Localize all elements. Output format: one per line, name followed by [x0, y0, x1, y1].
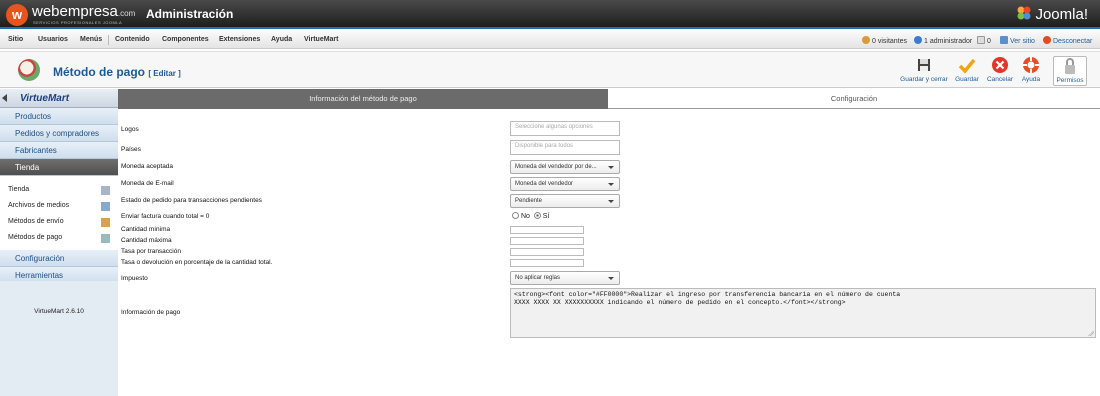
label-currency: Moneda aceptada — [121, 163, 174, 170]
order-status-select[interactable]: Pendiente — [510, 194, 620, 208]
sidebar-item-configuracion[interactable]: Configuración — [0, 250, 118, 267]
save-icon — [918, 59, 930, 71]
monitor-icon — [1000, 36, 1008, 44]
permissions-button[interactable]: Permisos — [1053, 56, 1087, 86]
joomla-logo: Joomla! — [1016, 5, 1088, 23]
label-invoice: Enviar factura cuando total = 0 — [121, 213, 210, 220]
sidebar-item-fabricantes[interactable]: Fabricantes — [0, 142, 118, 159]
currency-select[interactable]: Moneda del vendedor por de... — [510, 160, 620, 174]
virtuemart-logo: VirtueMart — [0, 89, 118, 108]
fee-input[interactable] — [510, 248, 584, 256]
radio-yes[interactable] — [533, 212, 541, 219]
media-icon — [101, 202, 110, 211]
top-bar: w webempresa.com SERVICIOS PROFESIONALES… — [0, 0, 1100, 29]
virtuemart-version: VirtueMart 2.6.10 — [0, 281, 118, 396]
save-button[interactable]: Guardar — [954, 56, 980, 86]
menu-sitio[interactable]: Sitio — [8, 36, 23, 43]
logout-link[interactable]: Desconectar — [1043, 36, 1092, 45]
admin-user-icon — [914, 36, 922, 44]
chevron-down-icon — [608, 166, 614, 169]
view-site-link[interactable]: Ver sitio — [1000, 36, 1035, 45]
label-min: Cantidad mínima — [121, 226, 171, 233]
logos-multiselect[interactable]: Seleccione algunas opciones — [510, 121, 620, 136]
sidebar: VirtueMart Productos Pedidos y comprador… — [0, 89, 118, 396]
toolbar: Método de pago [ Editar ] Guardar y cerr… — [0, 51, 1100, 88]
max-amount-input[interactable] — [510, 237, 584, 245]
chevron-down-icon — [608, 277, 614, 280]
users-icon — [862, 36, 870, 44]
main-menu: Sitio Usuarios Menús Contenido Component… — [0, 31, 1100, 49]
check-icon — [958, 58, 976, 74]
brand-tagline: SERVICIOS PROFESIONALES JOOMLA — [33, 20, 123, 25]
label-max: Cantidad máxima — [121, 237, 172, 244]
sidebar-item-tienda[interactable]: Tienda — [0, 159, 118, 176]
help-lifebuoy-icon — [1023, 57, 1039, 73]
cancel-button[interactable]: Cancelar — [986, 56, 1014, 86]
label-payment-info: Información de pago — [121, 309, 181, 316]
fee-percent-input[interactable] — [510, 259, 584, 267]
min-amount-input[interactable] — [510, 226, 584, 234]
payment-icon — [101, 234, 110, 243]
menu-ayuda[interactable]: Ayuda — [271, 36, 292, 43]
webempresa-logo-icon: w — [6, 4, 28, 26]
admins-status: 1 administrador — [914, 36, 972, 45]
tab-configuracion[interactable]: Configuración — [608, 89, 1100, 109]
cancel-icon — [992, 57, 1008, 73]
messages-status[interactable]: 0 — [977, 36, 991, 45]
menu-menus[interactable]: Menús — [80, 36, 102, 43]
menu-componentes[interactable]: Componentes — [162, 36, 209, 43]
joomla-star-icon — [1017, 6, 1031, 20]
admin-title: Administración — [146, 7, 234, 21]
tab-bar: Información del método de pago Configura… — [118, 89, 1100, 109]
sidebar-sub-tienda[interactable]: Tienda — [8, 186, 116, 198]
collapse-arrow-icon[interactable] — [2, 94, 7, 102]
label-order-status: Estado de pedido para transacciones pend… — [121, 197, 262, 204]
chevron-down-icon — [608, 183, 614, 186]
sidebar-sub-envio[interactable]: Métodos de envío — [8, 218, 116, 230]
sidebar-sub-pago[interactable]: Métodos de pago — [8, 234, 116, 246]
save-close-button[interactable]: Guardar y cerrar — [898, 56, 950, 86]
sidebar-item-pedidos[interactable]: Pedidos y compradores — [0, 125, 118, 142]
sidebar-item-productos[interactable]: Productos — [0, 108, 118, 125]
label-tax: Impuesto — [121, 275, 148, 282]
power-icon — [1043, 36, 1051, 44]
tax-select[interactable]: No aplicar reglas — [510, 271, 620, 285]
label-countries: Países — [121, 146, 141, 153]
brand: webempresa.com — [32, 3, 136, 20]
menu-virtuemart[interactable]: VirtueMart — [304, 36, 339, 43]
sidebar-sub-media[interactable]: Archivos de medios — [8, 202, 116, 214]
label-logos: Logos — [121, 126, 139, 133]
email-currency-select[interactable]: Moneda del vendedor — [510, 177, 620, 191]
menu-separator — [108, 35, 109, 45]
shipping-icon — [101, 218, 110, 227]
label-fee: Tasa por transacción — [121, 248, 181, 255]
invoice-radio-group: No Sí — [512, 212, 549, 220]
payment-info-textarea[interactable]: <strong><font color="#FF0000">Realizar e… — [510, 288, 1096, 338]
resize-handle-icon[interactable] — [1088, 330, 1094, 336]
payment-method-icon — [18, 59, 40, 81]
radio-no[interactable] — [512, 212, 519, 219]
visitors-status: 0 visitantes — [862, 36, 907, 45]
menu-usuarios[interactable]: Usuarios — [38, 36, 68, 43]
lock-icon — [1065, 58, 1075, 74]
page-title: Método de pago [ Editar ] — [53, 65, 181, 79]
mail-icon — [977, 36, 985, 44]
label-email-currency: Moneda de E-mail — [121, 180, 174, 187]
chevron-down-icon — [608, 200, 614, 203]
menu-contenido[interactable]: Contenido — [115, 36, 150, 43]
countries-multiselect[interactable]: Disponible para todos — [510, 140, 620, 155]
label-fee-pct: Tasa o devolución en porcentaje de la ca… — [121, 259, 273, 266]
shop-icon — [101, 186, 110, 195]
help-button[interactable]: Ayuda — [1019, 56, 1043, 86]
tab-info[interactable]: Información del método de pago — [118, 89, 608, 109]
menu-extensiones[interactable]: Extensiones — [219, 36, 260, 43]
